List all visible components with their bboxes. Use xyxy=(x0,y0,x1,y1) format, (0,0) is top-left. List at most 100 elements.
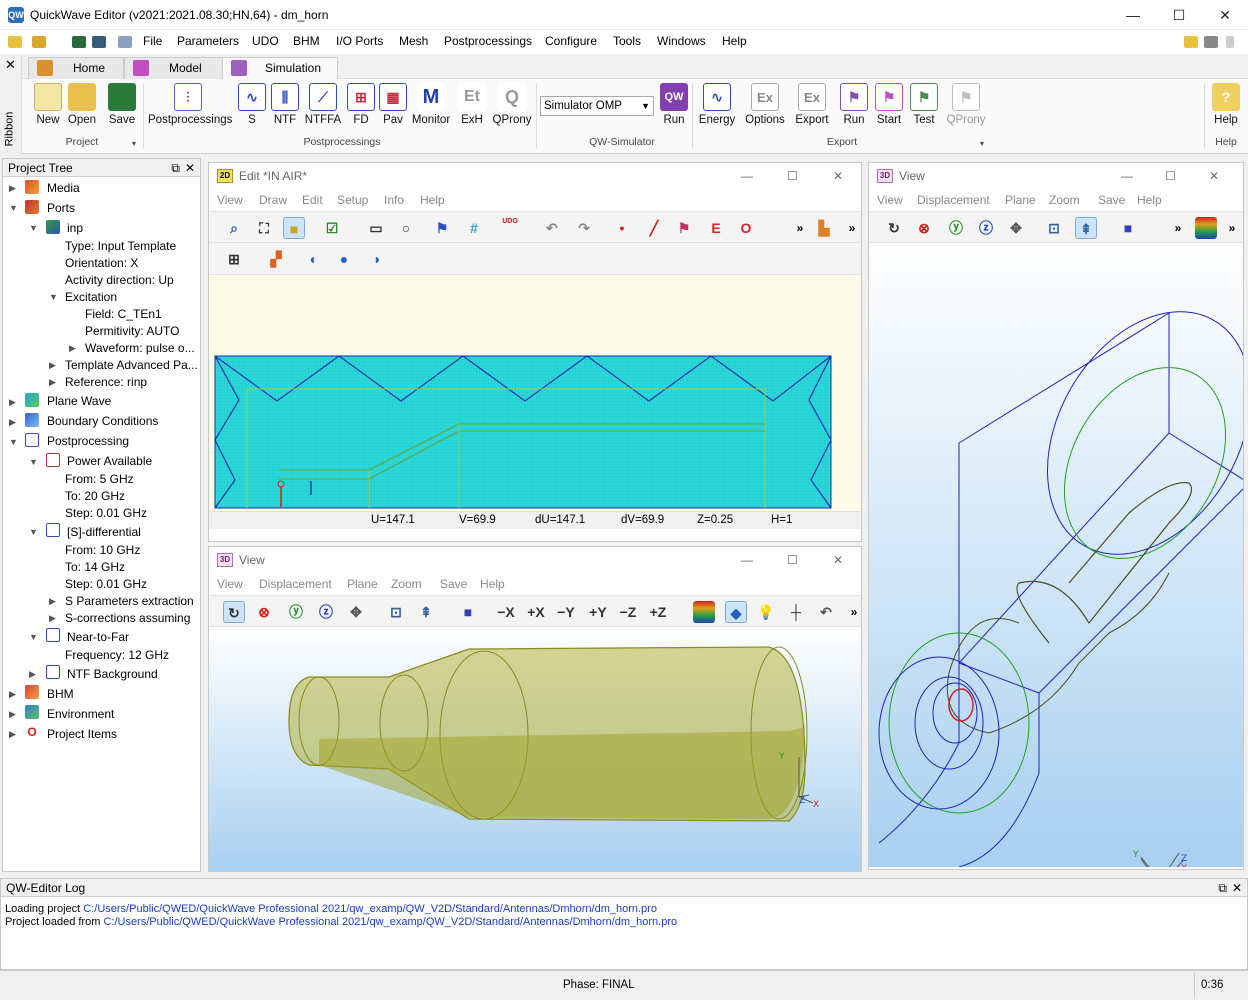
view-right-menu-zoom[interactable]: Zoom xyxy=(1049,189,1080,211)
diamond-icon[interactable]: ◆ xyxy=(725,601,747,623)
start-button[interactable]: ⚑ Start xyxy=(872,83,906,126)
maximize-button[interactable]: ☐ xyxy=(1156,0,1202,30)
shape-add-icon[interactable]: ◐ xyxy=(303,248,325,270)
menu-udo[interactable]: UDO xyxy=(252,34,279,48)
more-tools-icon[interactable]: » xyxy=(1167,217,1189,239)
tree-reference[interactable]: Reference: rinp xyxy=(65,375,147,389)
expand-arrow-icon[interactable]: ▶ xyxy=(49,360,56,371)
run-simulator-button[interactable]: QW Run xyxy=(658,83,690,126)
ntf-button[interactable]: ⫼ NTF xyxy=(270,83,300,126)
menu-file[interactable]: File xyxy=(143,34,162,48)
collapse-arrow-icon[interactable]: ▼ xyxy=(9,203,18,213)
circle-icon[interactable]: ○ xyxy=(395,217,417,239)
edit-menu-setup[interactable]: Setup xyxy=(337,189,368,211)
menu-windows[interactable]: Windows xyxy=(657,34,706,48)
palette-icon[interactable] xyxy=(1195,217,1217,239)
tree-excitation[interactable]: Excitation xyxy=(65,290,117,304)
ribbon-close-icon[interactable]: ✕ xyxy=(5,57,16,73)
exh-button[interactable]: Et ExH xyxy=(456,83,488,126)
tab-model[interactable]: Model xyxy=(124,57,224,79)
test-button[interactable]: ⚑ Test xyxy=(908,83,940,126)
edit-menu-view[interactable]: View xyxy=(217,189,243,211)
edit-close-button[interactable]: ✕ xyxy=(833,163,843,189)
grid-arrow-icon[interactable]: ⊞ xyxy=(223,248,245,270)
menu-mesh[interactable]: Mesh xyxy=(399,34,428,48)
collapse-arrow-icon[interactable]: ▼ xyxy=(9,437,18,447)
shape-union-icon[interactable]: ● xyxy=(333,248,355,270)
view-right-menu-view[interactable]: View xyxy=(877,189,903,211)
rotate-icon[interactable]: ↻ xyxy=(883,217,905,239)
expand-arrow-icon[interactable]: ▶ xyxy=(9,417,16,428)
menu-configure[interactable]: Configure xyxy=(545,34,597,48)
view-plus-z-button[interactable]: +Z xyxy=(647,601,669,623)
pan-icon[interactable]: ✥ xyxy=(345,601,367,623)
view-right-menu-plane[interactable]: Plane xyxy=(1005,189,1036,211)
export-button[interactable]: Ex Export xyxy=(790,83,834,126)
menu-io-ports[interactable]: I/O Ports xyxy=(336,34,383,48)
redo-icon[interactable]: ↷ xyxy=(573,217,595,239)
collapse-arrow-icon[interactable]: ▼ xyxy=(49,292,58,302)
view-minus-z-button[interactable]: −Z xyxy=(617,601,639,623)
view-plus-y-button[interactable]: +Y xyxy=(587,601,609,623)
rotate-z-icon[interactable]: ⓩ xyxy=(975,217,997,239)
tree-plane-wave[interactable]: Plane Wave xyxy=(47,394,111,408)
tree-s-differential[interactable]: [S]-differential xyxy=(67,525,141,539)
view-mode-icon[interactable]: ■ xyxy=(283,217,305,239)
simulator-select[interactable]: Simulator OMP ▼ xyxy=(540,96,654,116)
minimize-button[interactable]: — xyxy=(1110,0,1156,30)
e-field-icon[interactable]: E xyxy=(705,217,727,239)
collapse-arrow-icon[interactable]: ▼ xyxy=(29,457,38,467)
edit-minimize-button[interactable]: — xyxy=(741,163,753,189)
view-right-canvas[interactable]: Y X Z xyxy=(869,243,1243,867)
view-bottom-maximize-button[interactable]: ☐ xyxy=(787,547,798,573)
tree-near-to-far[interactable]: Near-to-Far xyxy=(67,630,129,644)
rotate-z-icon[interactable]: ⓩ xyxy=(315,601,337,623)
tree-s-step[interactable]: Step: 0.01 GHz xyxy=(65,577,147,591)
float-icon[interactable]: ⧉ xyxy=(171,159,180,177)
qprony-export-button[interactable]: ⚑ QProny xyxy=(944,83,988,126)
pav-button[interactable]: ▦ Pav xyxy=(378,83,408,126)
tip-icon[interactable] xyxy=(1184,36,1198,48)
flag-icon[interactable]: ⚑ xyxy=(431,217,453,239)
fd-button[interactable]: ⊞ FD xyxy=(346,83,376,126)
more-tools-icon[interactable]: » xyxy=(841,217,863,239)
tree-postprocessing[interactable]: Postprocessing xyxy=(47,434,129,448)
view-bottom-menu-help[interactable]: Help xyxy=(480,573,505,595)
view-bottom-canvas[interactable]: Y X Z xyxy=(209,627,861,871)
edit-menu-info[interactable]: Info xyxy=(384,189,404,211)
undo-icon[interactable]: ↶ xyxy=(541,217,563,239)
line-icon[interactable]: ╱ xyxy=(643,217,665,239)
expand-arrow-icon[interactable]: ▶ xyxy=(49,596,56,607)
expand-arrow-icon[interactable]: ▶ xyxy=(9,729,16,740)
tree-activity[interactable]: Activity direction: Up xyxy=(65,273,174,287)
o-object-icon[interactable]: O xyxy=(735,217,757,239)
tree-s-from[interactable]: From: 10 GHz xyxy=(65,543,140,557)
collapse-arrow-icon[interactable]: ▼ xyxy=(29,223,38,233)
expand-arrow-icon[interactable]: ▶ xyxy=(9,397,16,408)
new-button[interactable]: New xyxy=(28,83,68,126)
group-expand-icon[interactable]: ▾ xyxy=(132,139,136,148)
expand-arrow-icon[interactable]: ▶ xyxy=(29,669,36,680)
tree-type[interactable]: Type: Input Template xyxy=(65,239,176,253)
more-tools-icon[interactable]: » xyxy=(789,217,811,239)
pan-icon[interactable]: ✥ xyxy=(1005,217,1027,239)
expand-arrow-icon[interactable]: ▶ xyxy=(9,709,16,720)
tree-waveform[interactable]: Waveform: pulse o... xyxy=(85,341,195,355)
expand-arrow-icon[interactable]: ▶ xyxy=(9,183,16,194)
menu-bhm[interactable]: BHM xyxy=(293,34,320,48)
new-file-icon[interactable] xyxy=(8,36,22,48)
edit-menu-help[interactable]: Help xyxy=(420,189,445,211)
view-bottom-menu-save[interactable]: Save xyxy=(440,573,467,595)
collapse-arrow-icon[interactable]: ▼ xyxy=(29,527,38,537)
tree-power-to[interactable]: To: 20 GHz xyxy=(65,489,125,503)
edit-menu-edit[interactable]: Edit xyxy=(302,189,323,211)
tab-home[interactable]: Home xyxy=(28,57,124,79)
tree-media[interactable]: Media xyxy=(47,181,80,195)
monitor-button[interactable]: M Monitor xyxy=(410,83,452,126)
open-folder-icon[interactable] xyxy=(32,36,46,48)
palette-icon[interactable] xyxy=(693,601,715,623)
expand-arrow-icon[interactable]: ▶ xyxy=(69,343,76,354)
edit-menu-draw[interactable]: Draw xyxy=(259,189,287,211)
more-tools-icon[interactable]: » xyxy=(1221,217,1243,239)
grid-check-icon[interactable]: ☑ xyxy=(321,217,343,239)
